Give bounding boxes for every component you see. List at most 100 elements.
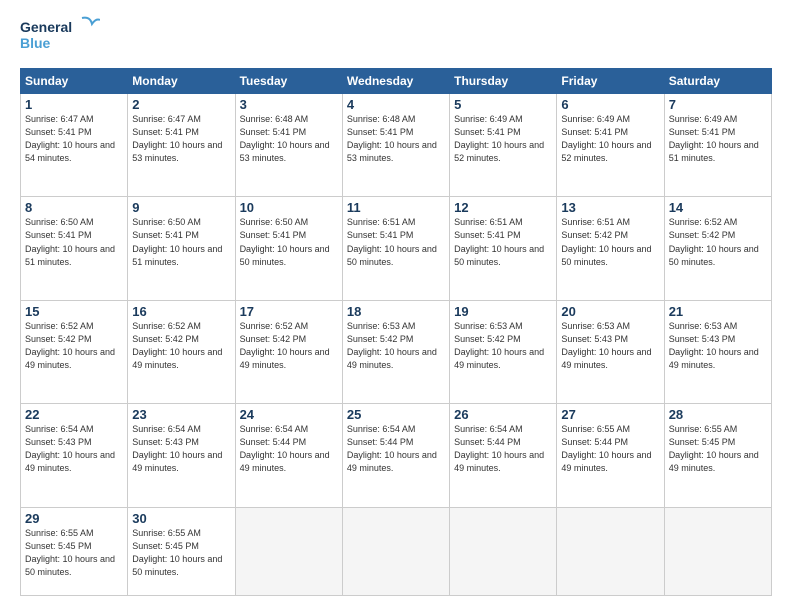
calendar-week-4: 22Sunrise: 6:54 AMSunset: 5:43 PMDayligh… [21,404,772,507]
logo: General Blue [20,16,100,58]
day-info: Sunrise: 6:54 AMSunset: 5:44 PMDaylight:… [347,423,445,475]
header: General Blue [20,16,772,58]
day-number: 16 [132,304,230,319]
calendar-cell: 8Sunrise: 6:50 AMSunset: 5:41 PMDaylight… [21,197,128,300]
calendar-cell: 30Sunrise: 6:55 AMSunset: 5:45 PMDayligh… [128,507,235,595]
calendar-cell: 17Sunrise: 6:52 AMSunset: 5:42 PMDayligh… [235,300,342,403]
calendar-cell: 28Sunrise: 6:55 AMSunset: 5:45 PMDayligh… [664,404,771,507]
day-number: 20 [561,304,659,319]
day-info: Sunrise: 6:49 AMSunset: 5:41 PMDaylight:… [561,113,659,165]
day-number: 19 [454,304,552,319]
day-info: Sunrise: 6:53 AMSunset: 5:43 PMDaylight:… [561,320,659,372]
day-number: 1 [25,97,123,112]
day-number: 26 [454,407,552,422]
day-number: 2 [132,97,230,112]
day-info: Sunrise: 6:55 AMSunset: 5:44 PMDaylight:… [561,423,659,475]
calendar-cell: 25Sunrise: 6:54 AMSunset: 5:44 PMDayligh… [342,404,449,507]
day-info: Sunrise: 6:52 AMSunset: 5:42 PMDaylight:… [240,320,338,372]
calendar-cell [557,507,664,595]
calendar-cell [450,507,557,595]
calendar-week-3: 15Sunrise: 6:52 AMSunset: 5:42 PMDayligh… [21,300,772,403]
day-info: Sunrise: 6:52 AMSunset: 5:42 PMDaylight:… [132,320,230,372]
day-number: 3 [240,97,338,112]
calendar-cell: 29Sunrise: 6:55 AMSunset: 5:45 PMDayligh… [21,507,128,595]
day-info: Sunrise: 6:48 AMSunset: 5:41 PMDaylight:… [240,113,338,165]
day-info: Sunrise: 6:52 AMSunset: 5:42 PMDaylight:… [669,216,767,268]
day-number: 4 [347,97,445,112]
day-number: 10 [240,200,338,215]
day-number: 8 [25,200,123,215]
logo-svg: General Blue [20,16,100,58]
day-number: 27 [561,407,659,422]
calendar-week-2: 8Sunrise: 6:50 AMSunset: 5:41 PMDaylight… [21,197,772,300]
calendar-cell [664,507,771,595]
day-number: 30 [132,511,230,526]
day-info: Sunrise: 6:53 AMSunset: 5:42 PMDaylight:… [454,320,552,372]
day-number: 14 [669,200,767,215]
col-header-tuesday: Tuesday [235,69,342,94]
day-number: 12 [454,200,552,215]
calendar-week-5: 29Sunrise: 6:55 AMSunset: 5:45 PMDayligh… [21,507,772,595]
day-info: Sunrise: 6:51 AMSunset: 5:41 PMDaylight:… [454,216,552,268]
calendar-cell: 2Sunrise: 6:47 AMSunset: 5:41 PMDaylight… [128,94,235,197]
day-info: Sunrise: 6:55 AMSunset: 5:45 PMDaylight:… [132,527,230,579]
day-number: 23 [132,407,230,422]
col-header-friday: Friday [557,69,664,94]
calendar-cell: 23Sunrise: 6:54 AMSunset: 5:43 PMDayligh… [128,404,235,507]
day-info: Sunrise: 6:54 AMSunset: 5:43 PMDaylight:… [25,423,123,475]
day-number: 7 [669,97,767,112]
calendar-cell: 7Sunrise: 6:49 AMSunset: 5:41 PMDaylight… [664,94,771,197]
day-number: 17 [240,304,338,319]
day-info: Sunrise: 6:55 AMSunset: 5:45 PMDaylight:… [25,527,123,579]
col-header-thursday: Thursday [450,69,557,94]
calendar-cell: 4Sunrise: 6:48 AMSunset: 5:41 PMDaylight… [342,94,449,197]
day-info: Sunrise: 6:53 AMSunset: 5:42 PMDaylight:… [347,320,445,372]
calendar-cell: 20Sunrise: 6:53 AMSunset: 5:43 PMDayligh… [557,300,664,403]
day-info: Sunrise: 6:49 AMSunset: 5:41 PMDaylight:… [454,113,552,165]
calendar-cell: 12Sunrise: 6:51 AMSunset: 5:41 PMDayligh… [450,197,557,300]
col-header-saturday: Saturday [664,69,771,94]
calendar-cell: 24Sunrise: 6:54 AMSunset: 5:44 PMDayligh… [235,404,342,507]
day-number: 29 [25,511,123,526]
calendar-cell: 10Sunrise: 6:50 AMSunset: 5:41 PMDayligh… [235,197,342,300]
day-info: Sunrise: 6:49 AMSunset: 5:41 PMDaylight:… [669,113,767,165]
day-info: Sunrise: 6:47 AMSunset: 5:41 PMDaylight:… [132,113,230,165]
calendar-cell: 22Sunrise: 6:54 AMSunset: 5:43 PMDayligh… [21,404,128,507]
calendar-cell: 13Sunrise: 6:51 AMSunset: 5:42 PMDayligh… [557,197,664,300]
calendar-cell: 19Sunrise: 6:53 AMSunset: 5:42 PMDayligh… [450,300,557,403]
day-info: Sunrise: 6:54 AMSunset: 5:43 PMDaylight:… [132,423,230,475]
day-info: Sunrise: 6:50 AMSunset: 5:41 PMDaylight:… [240,216,338,268]
day-number: 28 [669,407,767,422]
day-info: Sunrise: 6:48 AMSunset: 5:41 PMDaylight:… [347,113,445,165]
day-info: Sunrise: 6:47 AMSunset: 5:41 PMDaylight:… [25,113,123,165]
calendar-cell [342,507,449,595]
day-info: Sunrise: 6:51 AMSunset: 5:42 PMDaylight:… [561,216,659,268]
calendar-week-1: 1Sunrise: 6:47 AMSunset: 5:41 PMDaylight… [21,94,772,197]
calendar-cell: 21Sunrise: 6:53 AMSunset: 5:43 PMDayligh… [664,300,771,403]
day-number: 15 [25,304,123,319]
calendar-cell: 14Sunrise: 6:52 AMSunset: 5:42 PMDayligh… [664,197,771,300]
calendar-cell [235,507,342,595]
calendar-header-row: SundayMondayTuesdayWednesdayThursdayFrid… [21,69,772,94]
day-info: Sunrise: 6:54 AMSunset: 5:44 PMDaylight:… [240,423,338,475]
day-number: 25 [347,407,445,422]
day-info: Sunrise: 6:50 AMSunset: 5:41 PMDaylight:… [132,216,230,268]
col-header-wednesday: Wednesday [342,69,449,94]
calendar-cell: 26Sunrise: 6:54 AMSunset: 5:44 PMDayligh… [450,404,557,507]
day-info: Sunrise: 6:51 AMSunset: 5:41 PMDaylight:… [347,216,445,268]
calendar-cell: 9Sunrise: 6:50 AMSunset: 5:41 PMDaylight… [128,197,235,300]
calendar-cell: 18Sunrise: 6:53 AMSunset: 5:42 PMDayligh… [342,300,449,403]
day-info: Sunrise: 6:54 AMSunset: 5:44 PMDaylight:… [454,423,552,475]
day-number: 11 [347,200,445,215]
day-info: Sunrise: 6:50 AMSunset: 5:41 PMDaylight:… [25,216,123,268]
day-number: 6 [561,97,659,112]
svg-text:General: General [20,19,72,35]
day-number: 18 [347,304,445,319]
calendar-cell: 27Sunrise: 6:55 AMSunset: 5:44 PMDayligh… [557,404,664,507]
day-info: Sunrise: 6:55 AMSunset: 5:45 PMDaylight:… [669,423,767,475]
page: General Blue SundayMondayTuesdayWednesda… [0,0,792,612]
calendar-cell: 5Sunrise: 6:49 AMSunset: 5:41 PMDaylight… [450,94,557,197]
day-info: Sunrise: 6:52 AMSunset: 5:42 PMDaylight:… [25,320,123,372]
day-number: 9 [132,200,230,215]
calendar-cell: 1Sunrise: 6:47 AMSunset: 5:41 PMDaylight… [21,94,128,197]
